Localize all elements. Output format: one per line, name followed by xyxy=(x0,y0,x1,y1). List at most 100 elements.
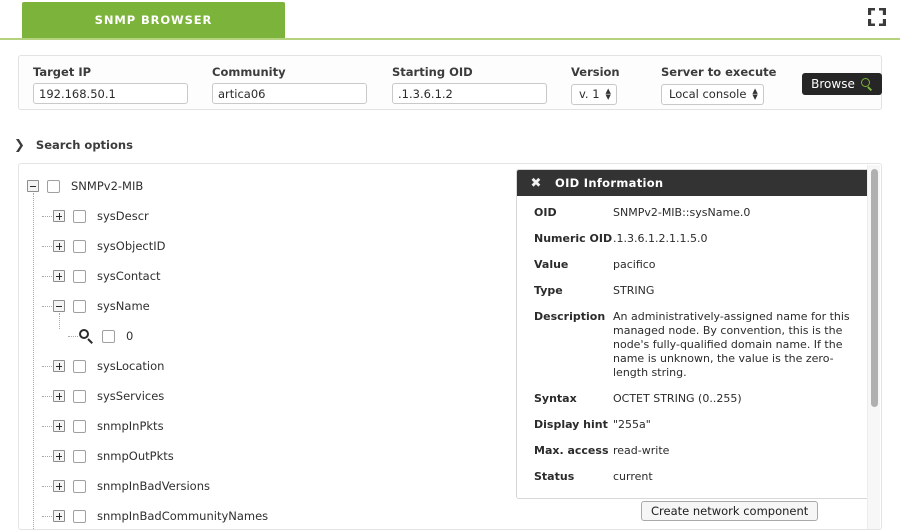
field-server-to-execute: Server to execute Local console ▲ ▼ xyxy=(661,65,776,105)
scrollbar-thumb[interactable] xyxy=(871,169,878,407)
tree-node-checkbox[interactable] xyxy=(73,479,86,493)
oid-info-value: .1.3.6.1.2.1.1.5.0 xyxy=(613,232,708,245)
create-network-component-button[interactable]: Create network component xyxy=(641,501,819,521)
close-x-icon[interactable]: ✖ xyxy=(517,176,555,191)
browse-button-label: Browse xyxy=(811,77,855,91)
minus-box-icon[interactable] xyxy=(27,180,39,192)
create-network-component-label: Create network component xyxy=(651,504,809,518)
tree-node-checkbox[interactable] xyxy=(73,239,86,253)
tree-connector xyxy=(33,193,34,529)
oid-info-key: OID xyxy=(534,206,557,219)
plus-box-icon[interactable] xyxy=(53,210,65,222)
chevron-updown-icon: ▲ ▼ xyxy=(752,87,758,101)
browse-button[interactable]: Browse xyxy=(802,73,882,95)
fullscreen-collapse-icon xyxy=(868,8,886,26)
oid-info-row: Numeric OID .1.3.6.1.2.1.1.5.0 xyxy=(517,226,872,252)
oid-info-key: Display hint xyxy=(534,418,608,431)
plus-box-icon[interactable] xyxy=(53,450,65,462)
chevron-updown-icon: ▲ ▼ xyxy=(605,87,611,101)
tree-node-checkbox[interactable] xyxy=(73,299,86,313)
plus-box-icon[interactable] xyxy=(53,480,65,492)
plus-box-icon[interactable] xyxy=(53,390,65,402)
tab-snmp-browser[interactable]: SNMP BROWSER xyxy=(22,2,285,38)
tree-connector xyxy=(42,396,52,397)
tree-connector xyxy=(42,426,52,427)
tree-node-label: 0 xyxy=(126,329,134,343)
community-label: Community xyxy=(212,65,286,79)
tree-node[interactable]: sysServices xyxy=(19,381,519,411)
mib-tree: SNMPv2-MIB sysDescr sysObjectID sysContact s… xyxy=(19,164,519,529)
community-input[interactable] xyxy=(212,83,367,104)
version-label: Version xyxy=(571,65,620,79)
tree-connector xyxy=(42,516,52,517)
tree-node-checkbox[interactable] xyxy=(73,419,86,433)
tree-node-label: SNMPv2-MIB xyxy=(71,179,144,193)
query-form-panel: Target IP Community Starting OID Version… xyxy=(18,55,882,110)
tree-node-label: sysContact xyxy=(97,269,161,283)
tree-node[interactable]: sysLocation xyxy=(19,351,519,381)
tree-connector xyxy=(42,276,52,277)
server-selected-value: Local console xyxy=(669,87,747,101)
oid-info-row: Type STRING xyxy=(517,278,872,304)
tree-node[interactable]: snmpInBadCommunityNames xyxy=(19,501,519,529)
magnifier-icon[interactable] xyxy=(79,328,94,344)
tree-node[interactable]: SNMPv2-MIB xyxy=(19,171,519,201)
server-label: Server to execute xyxy=(661,65,777,79)
tree-node-checkbox[interactable] xyxy=(73,209,86,223)
plus-box-icon[interactable] xyxy=(53,510,65,522)
tree-connector xyxy=(42,456,52,457)
starting-oid-input[interactable] xyxy=(392,83,547,104)
tree-connector xyxy=(42,306,52,307)
tree-node-checkbox[interactable] xyxy=(73,389,86,403)
tree-connector xyxy=(42,246,52,247)
server-select[interactable]: Local console ▲ ▼ xyxy=(661,83,764,105)
field-community: Community xyxy=(212,65,367,104)
oid-info-value: "255a" xyxy=(613,418,651,431)
target-ip-input[interactable] xyxy=(33,83,188,104)
tree-connector xyxy=(68,336,78,337)
fullscreen-toggle-button[interactable] xyxy=(862,3,892,31)
tree-node[interactable]: snmpInBadVersions xyxy=(19,471,519,501)
magnifier-icon xyxy=(860,78,873,91)
vertical-scrollbar[interactable] xyxy=(867,165,880,529)
tree-connector xyxy=(42,486,52,487)
tree-node-label: sysDescr xyxy=(97,209,149,223)
tree-node-label: snmpInPkts xyxy=(97,419,164,433)
tree-connector xyxy=(42,216,52,217)
tree-node[interactable]: sysContact xyxy=(19,261,519,291)
tree-node-label: sysObjectID xyxy=(97,239,166,253)
tree-node[interactable]: snmpInPkts xyxy=(19,411,519,441)
oid-information-panel: ✖ OID Information OID SNMPv2-MIB::sysName… xyxy=(516,169,873,499)
tree-node-label: snmpOutPkts xyxy=(97,449,174,463)
oid-info-row: Display hint "255a" xyxy=(517,412,872,438)
chevron-right-icon: ❯ xyxy=(14,137,25,153)
tree-node[interactable]: sysDescr xyxy=(19,201,519,231)
target-ip-label: Target IP xyxy=(33,65,92,79)
search-options-toggle[interactable]: ❯ Search options xyxy=(14,138,133,152)
plus-box-icon[interactable] xyxy=(53,270,65,282)
tree-node[interactable]: 0 xyxy=(19,321,519,351)
tree-node-checkbox[interactable] xyxy=(47,179,60,193)
oid-info-value: OCTET STRING (0..255) xyxy=(613,392,742,405)
tree-connector xyxy=(42,366,52,367)
oid-info-row: Max. access read-write xyxy=(517,438,872,464)
tree-node[interactable]: sysObjectID xyxy=(19,231,519,261)
minus-box-icon[interactable] xyxy=(53,300,65,312)
oid-info-key: Syntax xyxy=(534,392,577,405)
tree-node-checkbox[interactable] xyxy=(73,359,86,373)
version-select[interactable]: v. 1 ▲ ▼ xyxy=(571,83,617,105)
oid-info-key: Numeric OID xyxy=(534,232,613,245)
oid-info-value: STRING xyxy=(613,284,655,297)
tree-node-checkbox[interactable] xyxy=(73,449,86,463)
search-options-label: Search options xyxy=(35,138,133,152)
oid-info-key: Description xyxy=(534,310,606,323)
tree-node-checkbox[interactable] xyxy=(102,329,115,343)
tree-node-checkbox[interactable] xyxy=(73,269,86,283)
tree-node-label: sysName xyxy=(97,299,150,313)
tree-node[interactable]: sysName xyxy=(19,291,519,321)
tree-node-checkbox[interactable] xyxy=(73,509,86,523)
plus-box-icon[interactable] xyxy=(53,360,65,372)
plus-box-icon[interactable] xyxy=(53,240,65,252)
tree-node[interactable]: snmpOutPkts xyxy=(19,441,519,471)
plus-box-icon[interactable] xyxy=(53,420,65,432)
